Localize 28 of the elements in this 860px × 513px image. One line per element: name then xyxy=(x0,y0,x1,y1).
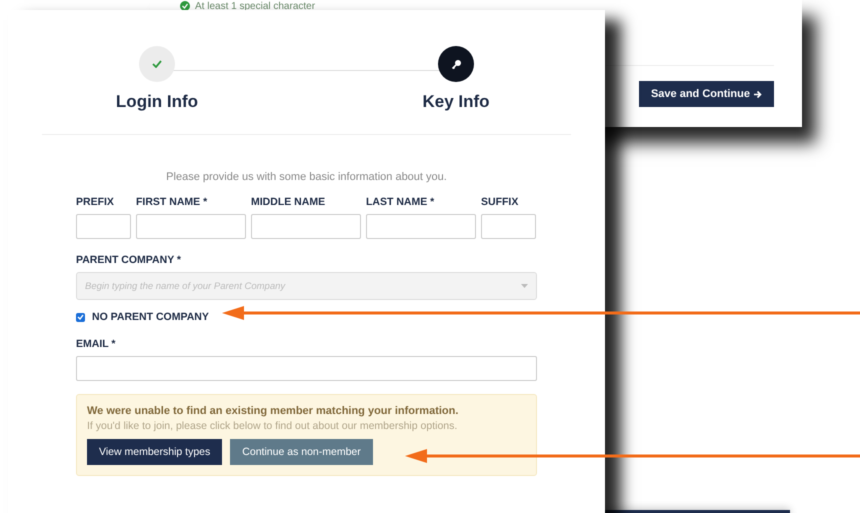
field-label: EMAIL * xyxy=(76,338,116,350)
save-and-continue-button[interactable]: Save and Continue xyxy=(638,81,774,107)
password-requirement: At least 1 special character xyxy=(195,0,316,12)
email-field[interactable] xyxy=(76,356,537,381)
input-field[interactable] xyxy=(136,214,246,239)
field-label: PREFIX xyxy=(76,196,115,208)
intro-text: Please provide us with some basic information about you. xyxy=(165,171,448,183)
notice-title: We were unable to find an existing member matching your information. xyxy=(87,405,460,417)
input-field[interactable] xyxy=(251,214,361,239)
continue-button[interactable]: Continue as non-member xyxy=(230,439,373,465)
notice-message: If you'd like to join, please click below to find out about our membership options. xyxy=(87,420,458,432)
key-icon xyxy=(450,58,462,70)
caret-icon xyxy=(521,284,528,288)
input-field[interactable] xyxy=(481,214,536,239)
field-label: MIDDLE NAME xyxy=(251,196,326,208)
field-label: SUFFIX xyxy=(481,196,520,208)
field-label: LAST NAME * xyxy=(366,196,436,208)
field-label: FIRST NAME * xyxy=(136,196,208,208)
view-membership-button[interactable]: View membership types xyxy=(87,439,222,465)
step-label: Login Info xyxy=(116,92,198,112)
input-field[interactable] xyxy=(366,214,476,239)
field-label: PARENT COMPANY * xyxy=(76,254,182,266)
input-field[interactable] xyxy=(76,214,131,239)
checkbox[interactable] xyxy=(76,312,85,322)
checkbox-label: NO PARENT COMPANY xyxy=(92,311,209,323)
arrow-right-icon xyxy=(753,90,762,98)
step-label: Key Info xyxy=(422,92,490,112)
checkmark-icon xyxy=(152,60,162,68)
